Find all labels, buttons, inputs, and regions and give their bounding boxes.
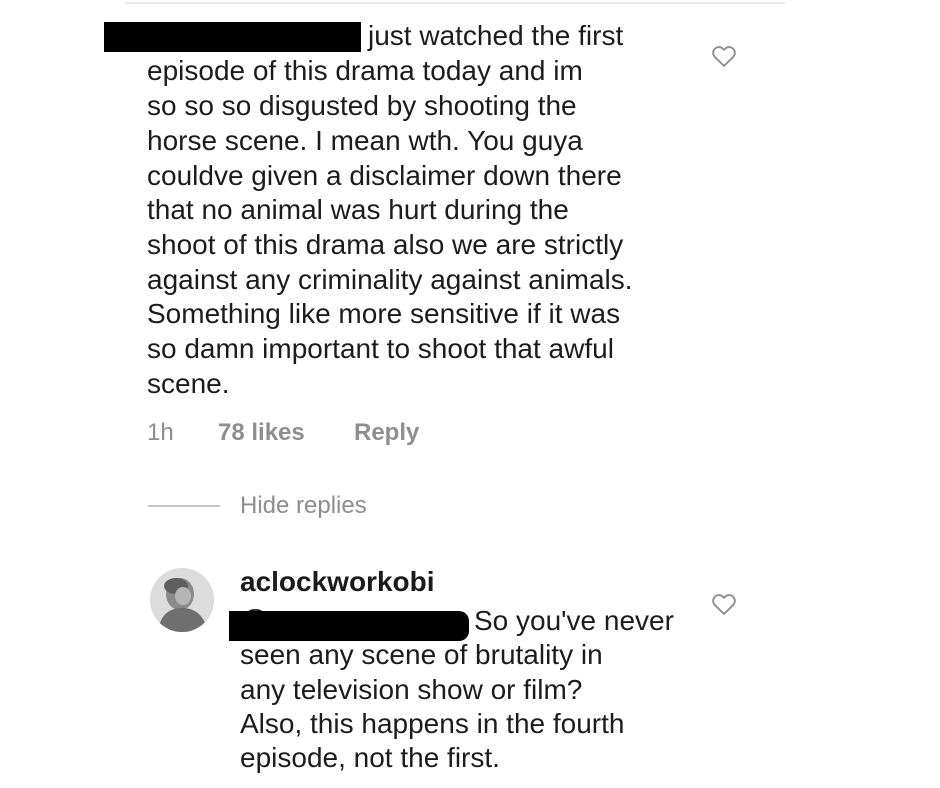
heart-outline-icon[interactable] [710,42,738,70]
redaction-edge [354,22,361,52]
comment-timestamp: 1h [147,419,174,446]
reply-button[interactable]: Reply [354,419,419,447]
heart-outline-icon[interactable] [710,590,738,618]
comment-line: that no animal was hurt during the [147,194,569,225]
likes-count[interactable]: 78 likes [218,419,305,447]
replies-divider [148,505,220,507]
redacted-mention [229,611,469,641]
comment-line: couldve given a disclaimer down there [147,160,622,191]
comment-line: horse scene. I mean wth. You guya [147,125,583,156]
comment-line: scene. [147,368,230,399]
comment-line: so so so disgusted by shooting the [147,90,577,121]
reply-username[interactable]: aclockworkobi [240,566,435,598]
comment-line: Also, this happens in the fourth [240,708,625,739]
comment-line: against any criminality against animals. [147,264,633,295]
redacted-username [104,22,354,52]
hide-replies-button[interactable]: Hide replies [240,492,367,520]
comment-line: episode of this drama today and im [147,55,583,86]
comment-line: so damn important to shoot that awful [147,333,614,364]
comment-line: shoot of this drama also we are strictly [147,229,624,260]
comment-line: So you've never [474,605,674,636]
comment-line: any television show or film? [240,674,583,705]
comment-line: Something like more sensitive if it was [147,298,621,329]
comment-line: seen any scene of brutality in [240,639,603,670]
comment-line: episode, not the first. [240,742,500,773]
comment-line: just watched the first [368,20,624,51]
top-divider [125,2,785,4]
profile-photo [150,568,214,632]
avatar[interactable] [150,568,214,632]
